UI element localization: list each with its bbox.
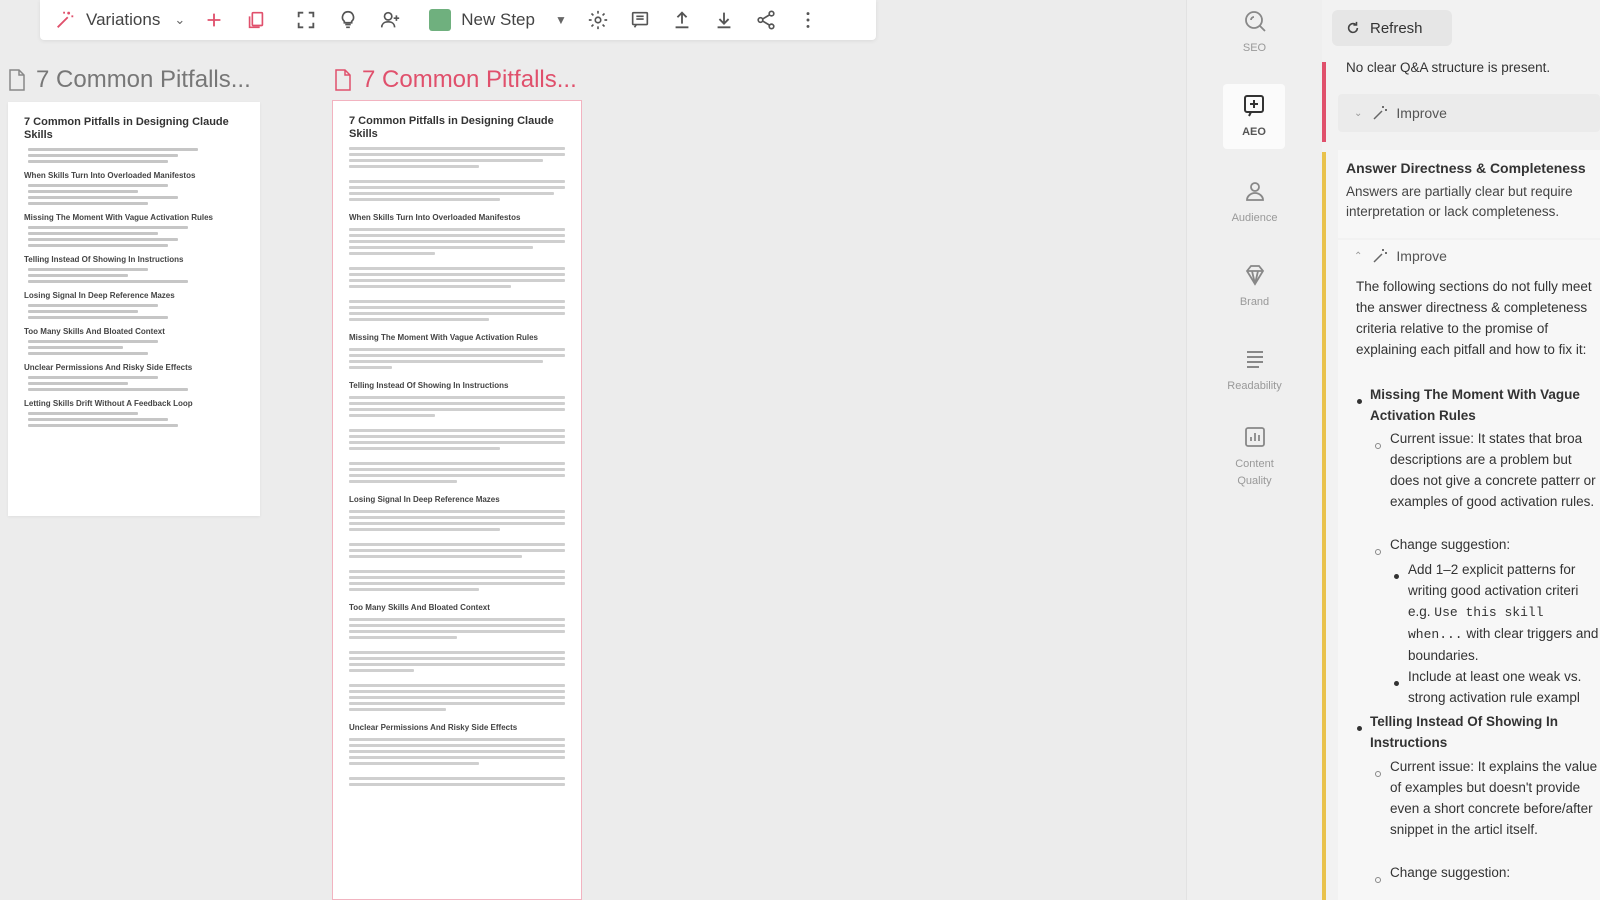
doc-heading: 7 Common Pitfalls in Designing Claude Sk… xyxy=(349,115,554,140)
issue-current: Current issue: It states that broa descr… xyxy=(1390,431,1596,509)
file-icon xyxy=(334,69,352,91)
variations-label: Variations xyxy=(86,10,161,29)
readability-icon xyxy=(1242,346,1268,372)
caret-down-icon[interactable]: ▼ xyxy=(555,13,567,27)
more-icon[interactable] xyxy=(797,9,819,31)
magic-wand-icon xyxy=(1372,248,1388,264)
add-user-icon[interactable] xyxy=(379,9,401,31)
doc-section-heading: Losing Signal In Deep Reference Mazes xyxy=(349,495,500,504)
section-description: Answers are partially clear but require … xyxy=(1346,184,1573,219)
suggestion-item: Include at least one weak vs. strong act… xyxy=(1408,669,1582,705)
document-preview-original[interactable]: 7 Common Pitfalls in Designing Claude Sk… xyxy=(8,102,260,516)
document-preview-variation[interactable]: 7 Common Pitfalls in Designing Claude Sk… xyxy=(332,100,582,900)
rail-item-content-quality[interactable]: Content Quality xyxy=(1187,424,1322,490)
rail-item-aeo[interactable]: AEO xyxy=(1223,84,1285,149)
chevron-down-icon: ⌄ xyxy=(174,12,186,27)
bullet xyxy=(1375,443,1381,449)
doc-section-heading: Letting Skills Drift Without A Feedback … xyxy=(24,399,193,408)
rail-label-brand: Brand xyxy=(1239,296,1270,308)
rail-label-aeo: AEO xyxy=(1242,126,1266,138)
doc-section-heading: Telling Instead Of Showing In Instructio… xyxy=(349,381,509,390)
doc-section-heading: When Skills Turn Into Overloaded Manifes… xyxy=(349,213,521,222)
improve-toggle-directness[interactable]: ⌃ Improve xyxy=(1354,248,1447,264)
analysis-panel: Refresh No clear Q&A structure is presen… xyxy=(1322,0,1600,900)
section-title: Answer Directness & Completeness xyxy=(1346,160,1586,176)
doc-section-heading: Missing The Moment With Vague Activation… xyxy=(349,333,538,342)
document-tab-original[interactable]: 7 Common Pitfalls... xyxy=(8,66,251,94)
doc-section-heading: Unclear Permissions And Risky Side Effec… xyxy=(349,723,518,732)
bullet xyxy=(1394,574,1399,579)
bullet xyxy=(1357,726,1362,731)
plus-icon[interactable] xyxy=(203,9,225,31)
rail-item-brand[interactable]: Brand xyxy=(1187,262,1322,311)
refresh-icon xyxy=(1346,21,1360,35)
bullet xyxy=(1375,549,1381,555)
bullet xyxy=(1375,771,1381,777)
issue-item-title: Missing The Moment With Vague Activation… xyxy=(1370,387,1580,423)
change-suggestion-label: Change suggestion: xyxy=(1390,537,1511,552)
improve-label: Improve xyxy=(1396,105,1447,121)
document-title-variation: 7 Common Pitfalls... xyxy=(362,66,577,93)
bullet xyxy=(1357,399,1362,404)
chevron-up-icon: ⌃ xyxy=(1354,250,1363,262)
rail-label-audience: Audience xyxy=(1231,212,1278,224)
rail-label-content-quality: Content Quality xyxy=(1235,458,1274,487)
qa-structure-note: No clear Q&A structure is present. xyxy=(1346,60,1551,75)
variations-dropdown[interactable]: Variations ⌄ xyxy=(54,9,185,31)
bullet xyxy=(1394,681,1399,686)
rail-item-seo[interactable]: SEO xyxy=(1187,8,1322,57)
change-suggestion-label: Change suggestion: xyxy=(1390,865,1511,880)
chevron-down-icon: ⌄ xyxy=(1354,107,1363,119)
severity-bar-high xyxy=(1322,62,1326,142)
refresh-button[interactable]: Refresh xyxy=(1332,10,1452,46)
rail-label-seo: SEO xyxy=(1242,42,1267,54)
doc-section-heading: Losing Signal In Deep Reference Mazes xyxy=(24,291,175,300)
rail-item-readability[interactable]: Readability xyxy=(1187,346,1322,395)
doc-section-heading: Telling Instead Of Showing In Instructio… xyxy=(24,255,184,264)
audience-icon xyxy=(1242,178,1268,204)
copy-icon[interactable] xyxy=(245,9,267,31)
magic-wand-icon xyxy=(1372,105,1388,121)
top-toolbar: Variations ⌄ New Step ▼ xyxy=(40,0,876,40)
doc-section-heading: When Skills Turn Into Overloaded Manifes… xyxy=(24,171,196,180)
download-icon[interactable] xyxy=(713,9,735,31)
content-quality-icon xyxy=(1242,424,1268,450)
doc-section-heading: Too Many Skills And Bloated Context xyxy=(349,603,490,612)
bullet xyxy=(1375,877,1381,883)
doc-section-heading: Too Many Skills And Bloated Context xyxy=(24,327,165,336)
improve-intro: The following sections do not fully meet… xyxy=(1356,279,1592,357)
doc-section-heading: Unclear Permissions And Risky Side Effec… xyxy=(24,363,193,372)
comment-icon[interactable] xyxy=(629,9,651,31)
file-icon xyxy=(8,69,26,91)
severity-bar-medium xyxy=(1322,152,1326,900)
aeo-icon xyxy=(1241,92,1267,118)
doc-section-heading: Missing The Moment With Vague Activation… xyxy=(24,213,213,222)
upload-icon[interactable] xyxy=(671,9,693,31)
settings-icon[interactable] xyxy=(587,9,609,31)
document-tab-variation[interactable]: 7 Common Pitfalls... xyxy=(334,66,577,94)
analysis-rail: SEO AEO Audience Brand Readability Conte… xyxy=(1187,0,1322,900)
rail-label-readability: Readability xyxy=(1227,380,1282,392)
improve-toggle-qa[interactable]: ⌄ Improve xyxy=(1338,94,1600,132)
lightbulb-icon[interactable] xyxy=(337,9,359,31)
new-step-label[interactable]: New Step xyxy=(461,10,535,30)
share-icon[interactable] xyxy=(755,9,777,31)
fullscreen-icon[interactable] xyxy=(295,9,317,31)
magic-wand-icon xyxy=(54,9,76,31)
refresh-label: Refresh xyxy=(1370,19,1423,37)
rail-item-audience[interactable]: Audience xyxy=(1187,178,1322,227)
brand-icon xyxy=(1242,262,1268,288)
document-title-original: 7 Common Pitfalls... xyxy=(36,66,251,93)
improve-label: Improve xyxy=(1396,248,1447,264)
seo-icon xyxy=(1242,8,1268,34)
step-color-swatch[interactable] xyxy=(429,9,452,31)
suggestion-item: Add 1–2 explicit patterns for writing go… xyxy=(1408,559,1600,666)
issue-current: Current issue: It explains the value of … xyxy=(1390,759,1598,837)
issue-item-title: Telling Instead Of Showing In Instructio… xyxy=(1370,714,1558,750)
doc-heading: 7 Common Pitfalls in Designing Claude Sk… xyxy=(24,116,229,141)
